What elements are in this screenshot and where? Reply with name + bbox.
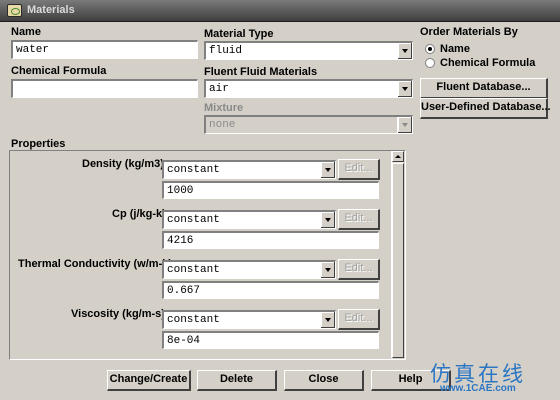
thermal-conductivity-label: Thermal Conductivity (w/m-k) [18,258,173,270]
cp-label: Cp (j/kg-k) [112,208,166,220]
app-icon [7,4,22,17]
cp-method-dropdown[interactable]: constant [162,210,336,229]
name-label: Name [11,26,41,38]
order-by-formula-radio[interactable] [425,58,435,68]
chevron-down-icon[interactable] [397,81,412,97]
thermal-conductivity-method-value: constant [167,264,220,276]
chevron-down-icon[interactable] [320,162,335,178]
fluent-fluid-materials-dropdown[interactable]: air [204,79,413,98]
watermark-url: www.1CAE.com [440,383,516,394]
density-value-input[interactable]: 1000 [162,181,379,199]
viscosity-edit-button[interactable]: Edit... [338,309,380,330]
cp-edit-button[interactable]: Edit... [338,209,380,230]
title-bar[interactable]: Materials [0,0,560,22]
delete-button[interactable]: Delete [197,370,277,391]
chevron-down-icon[interactable] [320,312,335,328]
order-by-name-label: Name [440,43,470,55]
chevron-down-icon[interactable] [397,43,412,59]
chevron-down-icon[interactable] [320,262,335,278]
properties-label: Properties [11,138,66,150]
density-method-dropdown[interactable]: constant [162,160,336,179]
mixture-dropdown[interactable]: none [204,115,413,134]
material-type-value: fluid [209,45,243,57]
material-type-dropdown[interactable]: fluid [204,41,413,60]
density-method-value: constant [167,164,220,176]
order-by-label: Order Materials By [420,26,518,38]
viscosity-label: Viscosity (kg/m-s) [71,308,165,320]
viscosity-method-value: constant [167,314,220,326]
thermal-conductivity-edit-button[interactable]: Edit... [338,259,380,280]
scroll-up-arrow-icon[interactable] [392,151,404,162]
cp-value-input[interactable]: 4216 [162,231,379,249]
thermal-conductivity-value-input[interactable]: 0.667 [162,281,379,299]
density-label: Density (kg/m3) [82,158,164,170]
chevron-down-icon[interactable] [320,212,335,228]
chevron-down-icon[interactable] [397,117,412,133]
properties-scrollbar[interactable] [391,151,404,358]
fluent-fluid-materials-label: Fluent Fluid Materials [204,66,318,78]
mixture-label: Mixture [204,102,244,114]
mixture-value: none [209,119,236,131]
cp-method-value: constant [167,214,220,226]
scrollbar-thumb[interactable] [392,163,404,358]
density-edit-button[interactable]: Edit... [338,159,380,180]
thermal-conductivity-method-dropdown[interactable]: constant [162,260,336,279]
material-type-label: Material Type [204,28,274,40]
chemical-formula-label: Chemical Formula [11,65,107,77]
change-create-button[interactable]: Change/Create [107,370,191,391]
fluent-database-button[interactable]: Fluent Database... [420,78,548,99]
user-defined-database-button[interactable]: User-Defined Database... [420,98,551,119]
chemical-formula-input[interactable] [11,79,198,98]
viscosity-method-dropdown[interactable]: constant [162,310,336,329]
order-by-name-radio[interactable] [425,44,435,54]
window-title: Materials [27,4,75,16]
viscosity-value-input[interactable]: 8e-04 [162,331,379,349]
order-by-formula-label: Chemical Formula [440,57,536,69]
fluent-fluid-materials-value: air [209,83,229,95]
close-button[interactable]: Close [284,370,364,391]
name-input[interactable]: water [11,40,198,59]
